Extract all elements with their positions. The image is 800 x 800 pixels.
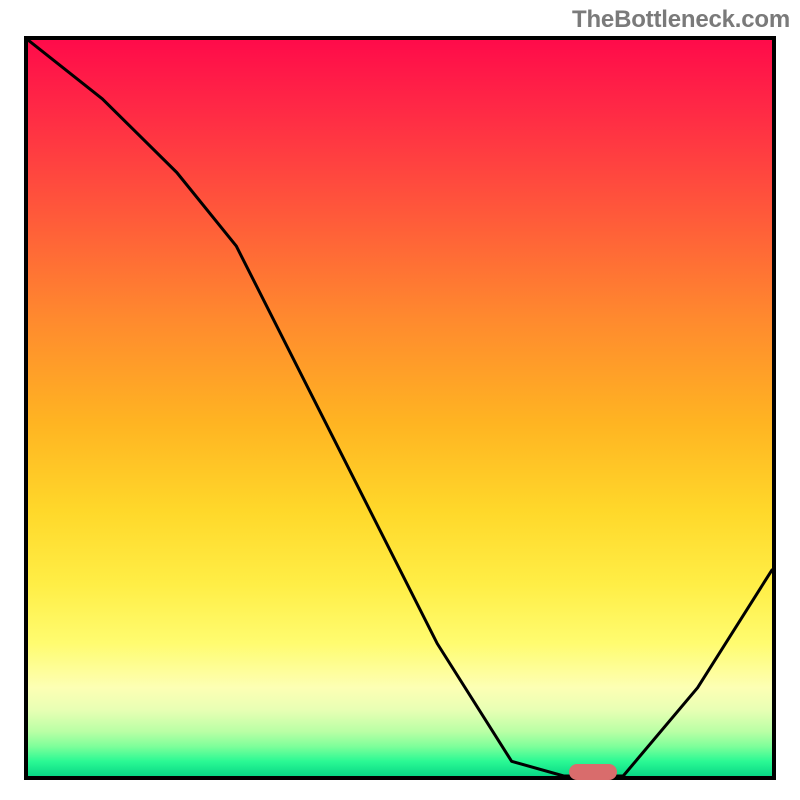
plot-area (28, 40, 772, 776)
optimal-marker (569, 764, 617, 780)
plot-frame (24, 36, 776, 780)
chart-container: TheBottleneck.com (0, 0, 800, 800)
curve-svg (28, 40, 772, 776)
watermark-text: TheBottleneck.com (572, 6, 790, 34)
bottleneck-curve-path (28, 40, 772, 776)
